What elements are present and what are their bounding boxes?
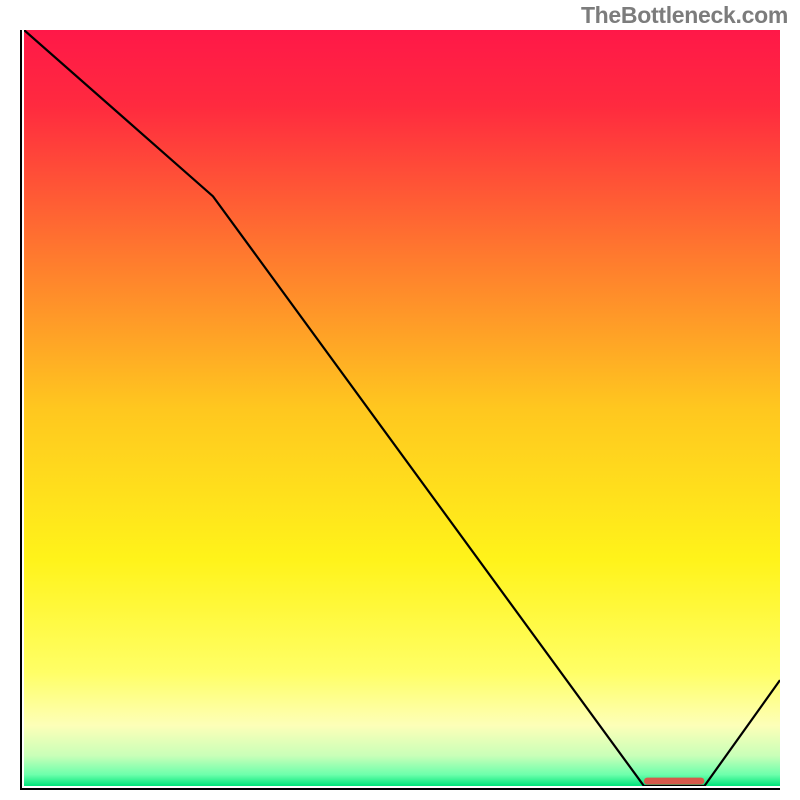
optimal-band-marker (644, 778, 704, 785)
bottleneck-curve (24, 30, 780, 786)
plot-area (20, 30, 780, 790)
attribution-label: TheBottleneck.com (581, 2, 788, 29)
curve-layer (24, 30, 780, 786)
chart-container: TheBottleneck.com (0, 0, 800, 800)
